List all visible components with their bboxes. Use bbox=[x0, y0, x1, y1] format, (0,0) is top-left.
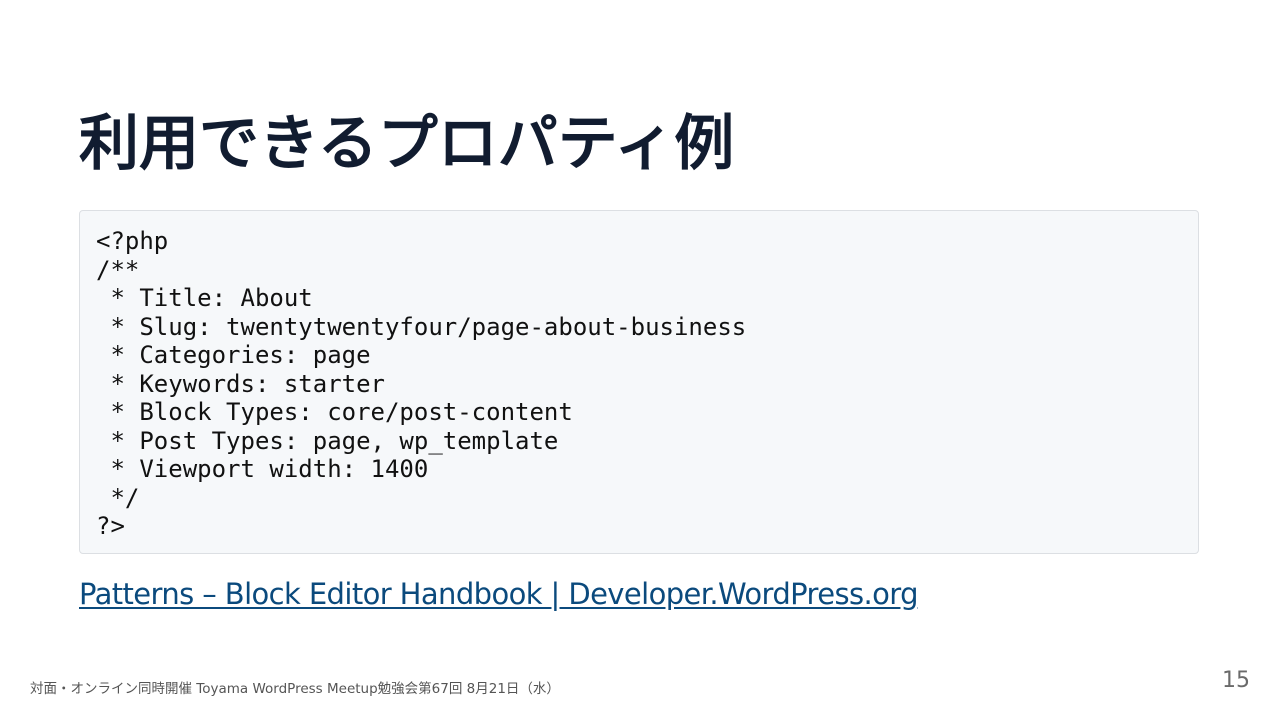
code-block: <?php /** * Title: About * Slug: twentyt… bbox=[79, 210, 1199, 554]
code-line: <?php bbox=[96, 227, 169, 255]
code-line: /** bbox=[96, 255, 140, 284]
code-line: * Keywords: starter bbox=[96, 369, 385, 398]
footer-text: 対面・オンライン同時開催 Toyama WordPress Meetup勉強会第… bbox=[30, 681, 560, 697]
handbook-link[interactable]: Patterns – Block Editor Handbook | Devel… bbox=[79, 574, 918, 614]
page-number: 15 bbox=[1222, 668, 1250, 693]
code-line: * Viewport width: 1400 bbox=[96, 455, 429, 483]
code-line: * Post Types: page, wp_template bbox=[96, 426, 559, 455]
code-line: * Title: About bbox=[96, 284, 313, 312]
code-line: * Categories: page bbox=[96, 341, 371, 369]
code-line: ?> bbox=[96, 512, 125, 540]
code-line: * Slug: twentytwentyfour/page-about-busi… bbox=[96, 312, 747, 341]
slide-title: 利用できるプロパティ例 bbox=[79, 109, 735, 179]
slide: 利用できるプロパティ例 <?php /** * Title: About * S… bbox=[0, 0, 1280, 720]
code-line: * Block Types: core/post-content bbox=[96, 398, 573, 426]
code-line: */ bbox=[96, 483, 140, 512]
